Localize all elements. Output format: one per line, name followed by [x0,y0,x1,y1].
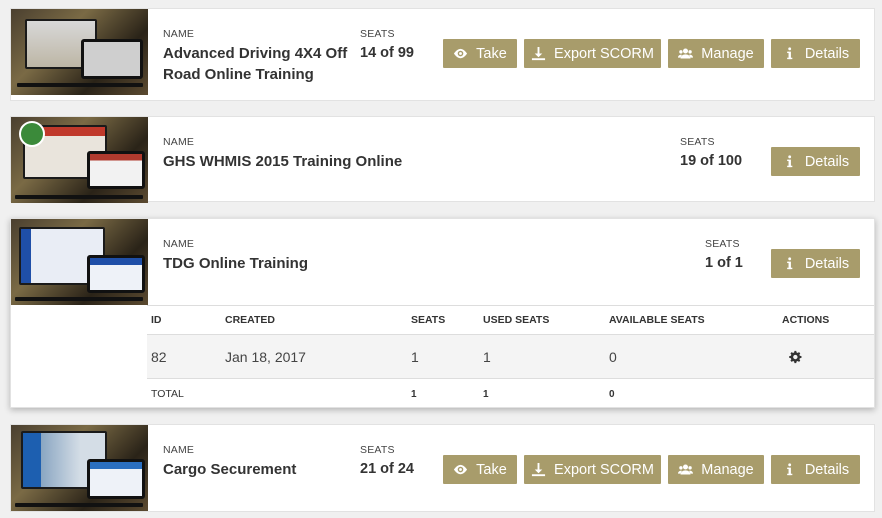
details-button[interactable]: Details [771,249,860,278]
seats-label: SEATS [360,444,395,456]
name-label: NAME [163,136,195,148]
col-available-seats-header: AVAILABLE SEATS [609,314,705,326]
download-icon [531,462,546,477]
row-used-seats: 1 [483,348,491,365]
col-created-header: CREATED [225,314,275,326]
course-card-tdg: NAME TDG Online Training SEATS 1 of 1 De… [10,218,875,408]
manage-button[interactable]: Manage [668,39,764,68]
eye-icon [454,464,468,475]
course-card-ghs-whmis: NAME GHS WHMIS 2015 Training Online SEAT… [10,116,875,203]
name-label: NAME [163,28,195,40]
name-label: NAME [163,444,195,456]
total-used-seats: 1 [483,388,489,400]
row-available-seats: 0 [609,348,617,365]
export-scorm-label: Export SCORM [554,45,654,62]
export-scorm-label: Export SCORM [554,461,654,478]
row-id: 82 [151,348,167,365]
users-icon [678,464,694,475]
take-button[interactable]: Take [443,455,517,484]
course-name: TDG Online Training [163,255,309,272]
info-icon [786,47,793,60]
course-card-cargo-securement: NAME Cargo Securement SEATS 21 of 24 Tak… [10,424,875,512]
course-thumbnail [11,219,148,305]
course-thumbnail [11,117,148,203]
course-name: GHS WHMIS 2015 Training Online [163,153,403,170]
table-row: 82 Jan 18, 2017 1 1 0 [147,335,874,379]
seats-label: SEATS [680,136,715,148]
row-created: Jan 18, 2017 [225,348,306,365]
col-used-seats-header: USED SEATS [483,314,550,326]
details-button-label: Details [804,153,850,170]
details-button-label: Details [804,45,850,62]
manage-button-label: Manage [701,45,754,62]
course-thumbnail [11,425,148,511]
total-label: TOTAL [151,388,184,400]
export-scorm-button[interactable]: Export SCORM [524,455,661,484]
details-button-label: Details [804,255,850,272]
course-thumbnail [11,9,148,95]
table-total-row: TOTAL 1 1 0 [147,379,874,409]
take-button[interactable]: Take [443,39,517,68]
manage-button-label: Manage [701,461,754,478]
details-button[interactable]: Details [771,147,860,176]
info-icon [786,257,793,270]
details-button[interactable]: Details [771,39,860,68]
seats-label: SEATS [360,28,395,40]
manage-button[interactable]: Manage [668,455,764,484]
row-seats: 1 [411,348,419,365]
eye-icon [454,48,468,59]
details-button-label: Details [804,461,850,478]
export-scorm-button[interactable]: Export SCORM [524,39,661,68]
users-icon [678,48,694,59]
course-card-advanced-driving: NAME Advanced Driving 4X4 Off Road Onlin… [10,8,875,101]
download-icon [531,46,546,61]
seats-label: SEATS [705,238,740,250]
take-button-label: Take [476,45,507,62]
gear-icon [789,350,802,363]
seats-value: 21 of 24 [360,461,414,477]
seats-value: 1 of 1 [705,255,743,271]
course-name: Advanced Driving 4X4 Off Road Online Tra… [163,45,348,83]
col-actions-header: ACTIONS [782,314,830,326]
table-header-row: ID CREATED SEATS USED SEATS AVAILABLE SE… [147,305,874,335]
name-label: NAME [163,238,195,250]
course-name: Cargo Securement [163,461,297,478]
info-icon [786,463,793,476]
info-icon [786,155,793,168]
details-button[interactable]: Details [771,455,860,484]
row-actions-button[interactable] [788,335,802,378]
seats-value: 19 of 100 [680,153,743,169]
take-button-label: Take [476,461,507,478]
col-id-header: ID [151,314,162,326]
total-seats: 1 [411,388,417,400]
col-seats-header: SEATS [411,314,446,326]
total-available-seats: 0 [609,388,615,400]
seats-value: 14 of 99 [360,45,414,61]
